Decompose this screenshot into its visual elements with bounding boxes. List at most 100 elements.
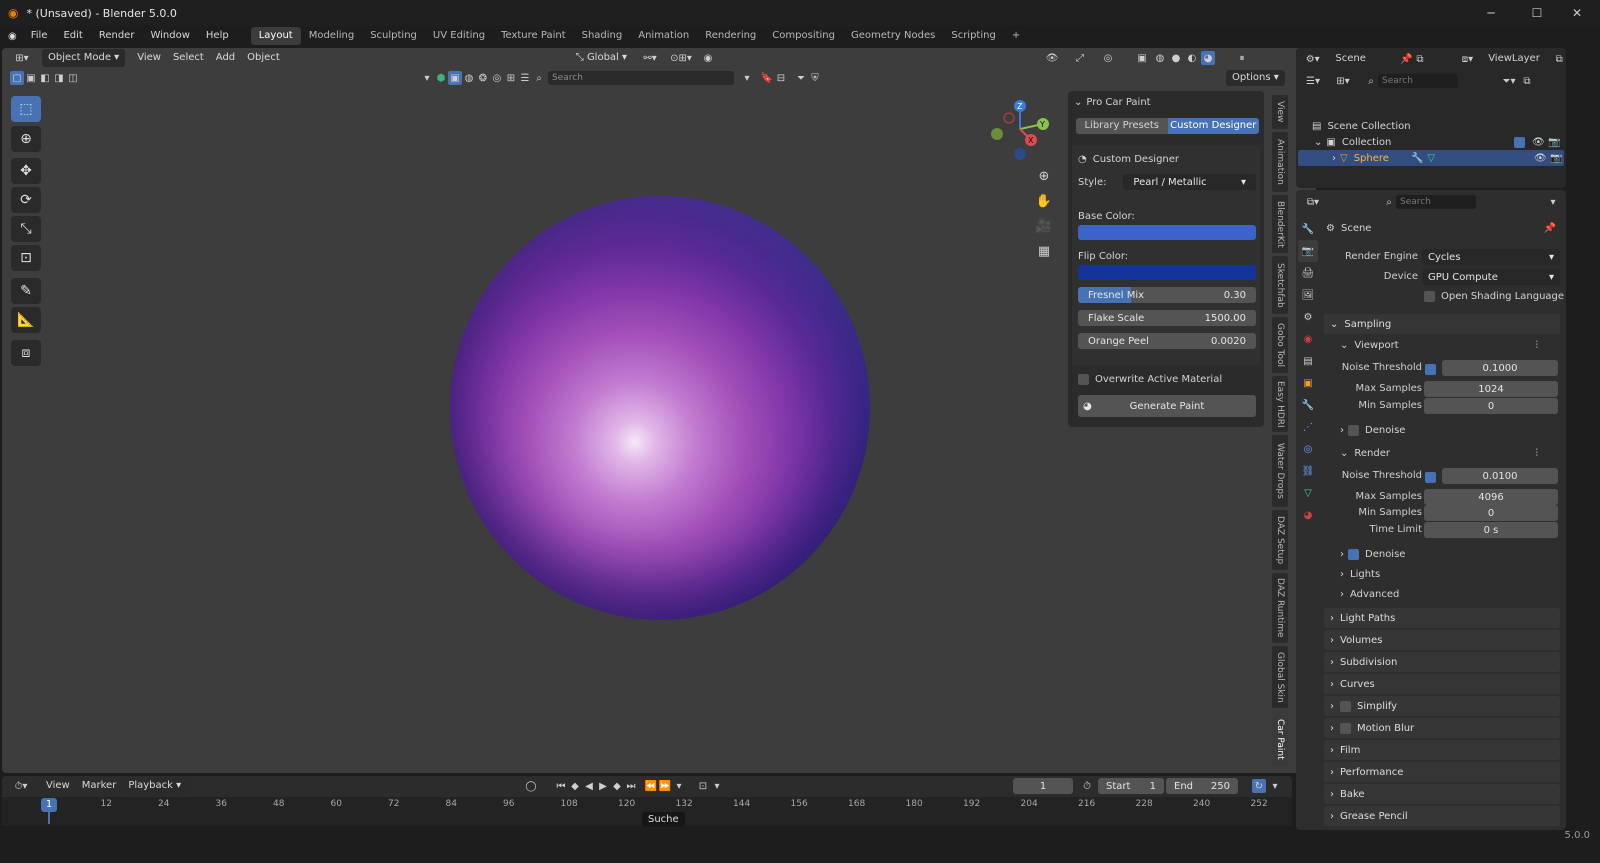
cursor-tool[interactable]: ⊕: [11, 126, 41, 152]
select-intersect-icon[interactable]: ◫: [66, 71, 80, 85]
physics-tab-icon[interactable]: ◎: [1298, 438, 1318, 460]
r-min-samples-field[interactable]: 0: [1424, 505, 1558, 521]
orange-peel-field[interactable]: Orange Peel 0.0020: [1078, 333, 1256, 349]
tab-shading[interactable]: Shading: [574, 27, 631, 45]
fresnel-mix-slider[interactable]: Fresnel Mix 0.30: [1078, 287, 1256, 303]
rendered-shading-icon[interactable]: ◕: [1201, 51, 1216, 65]
outliner-search-input[interactable]: Search: [1378, 74, 1458, 88]
sidetab-blenderkit[interactable]: BlenderKit: [1272, 195, 1288, 253]
expand-icon[interactable]: ›: [1332, 153, 1336, 164]
next-keyframe-icon[interactable]: ◆: [610, 779, 624, 793]
section-light-paths[interactable]: › Light Paths: [1324, 608, 1560, 628]
r-denoise-checkbox[interactable]: [1348, 549, 1359, 560]
end-frame-field[interactable]: End 250: [1166, 778, 1238, 794]
box-tool-icon[interactable]: ▣: [448, 71, 462, 85]
section-motion-blur[interactable]: › Motion Blur: [1324, 718, 1560, 738]
start-frame-field[interactable]: Start 1: [1098, 778, 1164, 794]
r-max-samples-field[interactable]: 4096: [1424, 489, 1558, 505]
tab-rendering[interactable]: Rendering: [697, 27, 764, 45]
transform-tool[interactable]: ⊡: [11, 245, 41, 271]
camera-icon[interactable]: 📷: [1548, 137, 1560, 148]
style-dropdown[interactable]: Pearl / Metallic ▾: [1123, 174, 1256, 190]
subsection-lights[interactable]: › Lights: [1340, 569, 1380, 580]
section-simplify[interactable]: › Simplify: [1324, 696, 1560, 716]
xray-icon[interactable]: ▣: [1135, 51, 1149, 65]
r-noise-checkbox[interactable]: [1425, 472, 1436, 483]
tab-modeling[interactable]: Modeling: [301, 27, 363, 45]
filter-icon[interactable]: ⏷: [794, 71, 808, 85]
viewlayer-icon[interactable]: ⧈▾: [1457, 52, 1478, 66]
motion-blur-checkbox[interactable]: [1340, 722, 1351, 734]
sidetab-car-paint[interactable]: Car Paint: [1272, 711, 1288, 767]
section-grease-pencil[interactable]: › Grease Pencil: [1324, 806, 1560, 826]
sidetab-water-drops[interactable]: Water Drops: [1272, 435, 1288, 507]
expand-icon[interactable]: ▾: [420, 71, 434, 85]
sidetab-animation[interactable]: Animation: [1272, 132, 1288, 192]
osl-checkbox[interactable]: [1424, 291, 1435, 302]
modifier-tab-icon[interactable]: 🔧: [1298, 394, 1318, 416]
timeline-editor-type-icon[interactable]: ⏱▾: [10, 779, 32, 793]
next-marker-icon[interactable]: ⏩: [658, 779, 672, 793]
pivot-icon[interactable]: ⚯▾: [639, 51, 661, 65]
tab-texture-paint[interactable]: Texture Paint: [493, 27, 574, 45]
proportional-edit-icon[interactable]: ◉: [701, 51, 715, 65]
new-collection-icon[interactable]: ⧉: [1520, 74, 1534, 88]
generate-paint-button[interactable]: ◕ Generate Paint: [1078, 395, 1256, 417]
zoom-icon[interactable]: ⊕: [1034, 166, 1054, 186]
tab-geometry-nodes[interactable]: Geometry Nodes: [843, 27, 943, 45]
menu-add[interactable]: Add: [210, 49, 241, 67]
ortho-grid-icon[interactable]: ▦: [1034, 241, 1054, 261]
device-dropdown[interactable]: GPU Compute ▾: [1422, 269, 1560, 285]
flake-scale-field[interactable]: Flake Scale 1500.00: [1078, 310, 1256, 326]
layers-tool-icon[interactable]: ☰: [518, 71, 532, 85]
base-color-swatch[interactable]: [1078, 225, 1256, 240]
panel-header[interactable]: ⌄ Pro Car Paint: [1074, 94, 1252, 110]
r-noise-field[interactable]: 0.0100: [1442, 468, 1558, 484]
osl-row[interactable]: Open Shading Language: [1424, 291, 1564, 302]
section-curves[interactable]: › Curves: [1324, 674, 1560, 694]
material-tab-icon[interactable]: ◕: [1298, 504, 1318, 526]
properties-search-input[interactable]: Search: [1396, 195, 1476, 209]
menu-object[interactable]: Object: [241, 49, 286, 67]
section-bake[interactable]: › Bake: [1324, 784, 1560, 804]
close-button[interactable]: ✕: [1554, 0, 1600, 26]
annotate-tool[interactable]: ✎: [11, 278, 41, 304]
vp-noise-field[interactable]: 0.1000: [1442, 360, 1558, 376]
tab-animation[interactable]: Animation: [630, 27, 697, 45]
material-shading-icon[interactable]: ◐: [1185, 51, 1199, 65]
camera-icon[interactable]: 📷: [1550, 153, 1562, 164]
overlay-icon[interactable]: ◎: [1101, 51, 1115, 65]
particles-tab-icon[interactable]: ⋰: [1298, 416, 1318, 438]
presets-icon[interactable]: ⫶: [1536, 340, 1539, 351]
shield-icon[interactable]: ⛨: [808, 71, 822, 85]
sidetab-easy-hdri[interactable]: Easy HDRI: [1272, 376, 1288, 432]
menu-select[interactable]: Select: [167, 49, 210, 67]
asset-tool-icon[interactable]: ⊞: [504, 71, 518, 85]
constraints-tab-icon[interactable]: ⛓: [1298, 460, 1318, 482]
options-dropdown[interactable]: Options ▾: [1226, 70, 1285, 86]
mesh-data-icon[interactable]: ▽: [1427, 153, 1435, 164]
viewlayer-selector[interactable]: ViewLayer: [1484, 51, 1552, 67]
wireframe-shading-icon[interactable]: ◍: [1153, 51, 1167, 65]
render-engine-dropdown[interactable]: Cycles ▾: [1422, 249, 1560, 265]
vp-denoise-checkbox[interactable]: [1348, 425, 1359, 436]
navigation-gizmo[interactable]: Z Y X: [987, 96, 1053, 162]
bookmark-icon[interactable]: 🔖: [760, 71, 774, 85]
new-viewlayer-icon[interactable]: ⧉: [1552, 52, 1566, 66]
select-invert-icon[interactable]: ◨: [52, 71, 66, 85]
properties-editor-type-icon[interactable]: ⧉▾: [1302, 195, 1324, 209]
material-tool-icon[interactable]: ❂: [476, 71, 490, 85]
subsection-advanced[interactable]: › Advanced: [1340, 589, 1399, 600]
section-film[interactable]: › Film: [1324, 740, 1560, 760]
sidetab-gobo-tool[interactable]: Gobo Tool: [1272, 317, 1288, 373]
sidetab-view[interactable]: View: [1272, 95, 1288, 129]
scene-collection-row[interactable]: ▤ Scene Collection: [1312, 118, 1411, 134]
stopwatch-icon[interactable]: ⏱: [1080, 779, 1094, 793]
vp-max-samples-field[interactable]: 1024: [1424, 381, 1558, 397]
menu-file[interactable]: File: [23, 26, 56, 46]
output-tab-icon[interactable]: 🖨: [1298, 262, 1318, 284]
menu-render[interactable]: Render: [91, 26, 143, 46]
render-tab-icon[interactable]: 📷: [1298, 240, 1318, 262]
modifier-icon[interactable]: 🔧: [1411, 153, 1423, 164]
data-tab-icon[interactable]: ▽: [1298, 482, 1318, 504]
